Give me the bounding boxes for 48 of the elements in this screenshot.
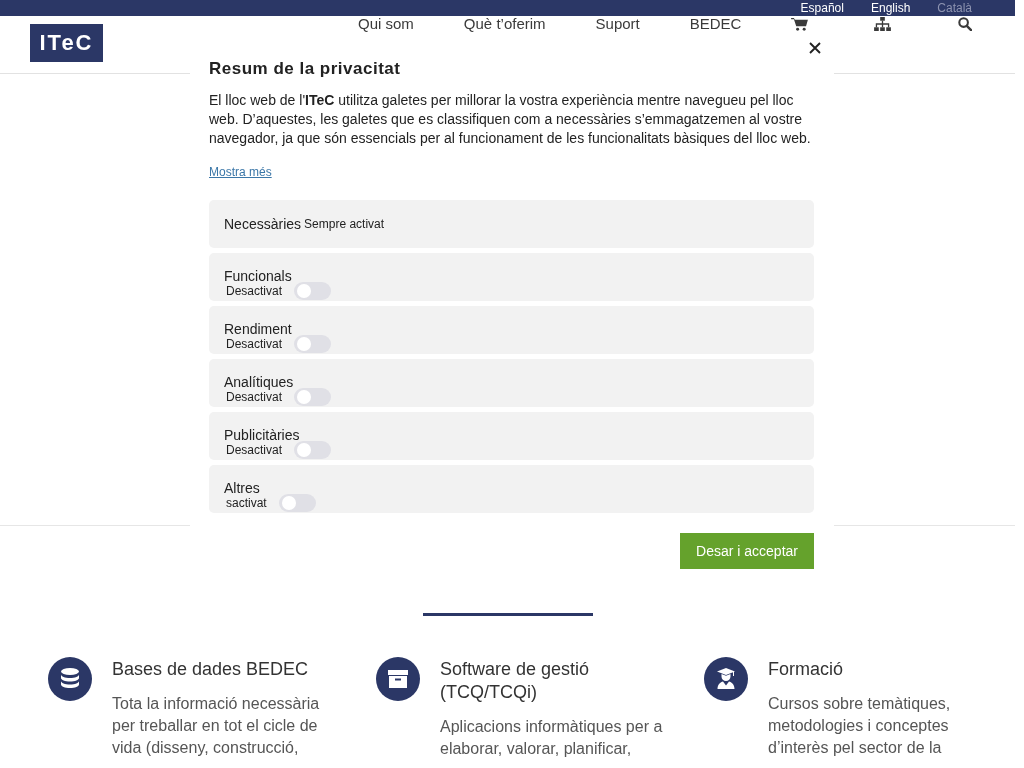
category-label: Funcionals — [224, 269, 292, 283]
toggle-switch[interactable] — [294, 335, 332, 353]
language-link[interactable]: Català — [937, 1, 972, 15]
toggle-switch[interactable] — [278, 494, 316, 512]
dialog-text: El lloc web de l'ITeC utilitza galetes per millorar la vostra experiència mentre navegueu pel lloc web. D’aquestes, les galetes que es classifiquen com a necessàries s’emmagatzemen al vostre navegador, ja que són essencials per al funcionament de les funcionalitats bàsiques del lloc web. — [209, 91, 812, 148]
category-row[interactable]: Necessàries Sempre activat — [209, 200, 814, 248]
archive-box-icon — [376, 657, 420, 701]
category-status: Sempre activat — [304, 217, 385, 231]
close-button[interactable] — [809, 41, 821, 55]
category-status: sactivat — [226, 496, 267, 510]
logo[interactable]: ITeC — [30, 24, 103, 62]
toggle-switch[interactable] — [294, 282, 332, 300]
show-more-link[interactable]: Mostra més — [209, 165, 272, 179]
service-title[interactable]: Formació — [768, 658, 996, 681]
category-label: Altres — [224, 481, 260, 495]
service-title[interactable]: Software de gestió (TCQ/TCQi) — [440, 658, 668, 704]
language-link[interactable]: English — [870, 1, 911, 15]
service-title[interactable]: Bases de dades BEDEC — [112, 658, 340, 681]
category-status: Desactivat — [226, 337, 283, 351]
category-label: Rendiment — [224, 322, 292, 336]
nav-link[interactable]: Qui som — [358, 16, 414, 32]
category-label: Necessàries — [224, 217, 302, 231]
category-status: Desactivat — [226, 284, 283, 298]
toggle-switch[interactable] — [294, 388, 332, 406]
search-icon[interactable] — [958, 17, 973, 31]
service-description: Aplicacions informàtiques per a elaborar, valorar, planificar, — [440, 717, 664, 759]
graduate-icon — [704, 657, 748, 701]
category-row[interactable]: Rendiment Desactivat — [209, 306, 814, 354]
service-description: Cursos sobre temàtiques, metodologies i conceptes d’interès pel sector de la — [768, 694, 952, 758]
cart-icon[interactable] — [791, 17, 809, 31]
category-label: Analítiques — [224, 375, 294, 389]
category-row[interactable]: Analítiques Desactivat — [209, 359, 814, 407]
category-row[interactable]: Funcionals Desactivat — [209, 253, 814, 301]
close-icon — [809, 42, 821, 54]
category-row[interactable]: Altres sactivat — [209, 465, 814, 513]
category-row[interactable]: Publicitàries Desactivat — [209, 412, 814, 460]
category-label: Publicitàries — [224, 428, 300, 442]
service-description: Tota la informació necessària per treballar en tot el cicle de vida (disseny, construcció, — [112, 694, 321, 758]
toggle-switch[interactable] — [294, 441, 332, 459]
nav-link[interactable]: Suport — [595, 16, 640, 32]
category-status: Desactivat — [226, 390, 283, 404]
nav-link[interactable]: Què t’oferim — [463, 16, 546, 32]
dialog-title: Resum de la privacitat — [209, 59, 402, 79]
category-status: Desactivat — [226, 443, 283, 457]
database-icon — [48, 657, 92, 701]
language-link[interactable]: Español — [800, 1, 844, 15]
nav-link[interactable]: BEDEC — [689, 16, 742, 32]
sitemap-icon[interactable] — [874, 17, 892, 31]
